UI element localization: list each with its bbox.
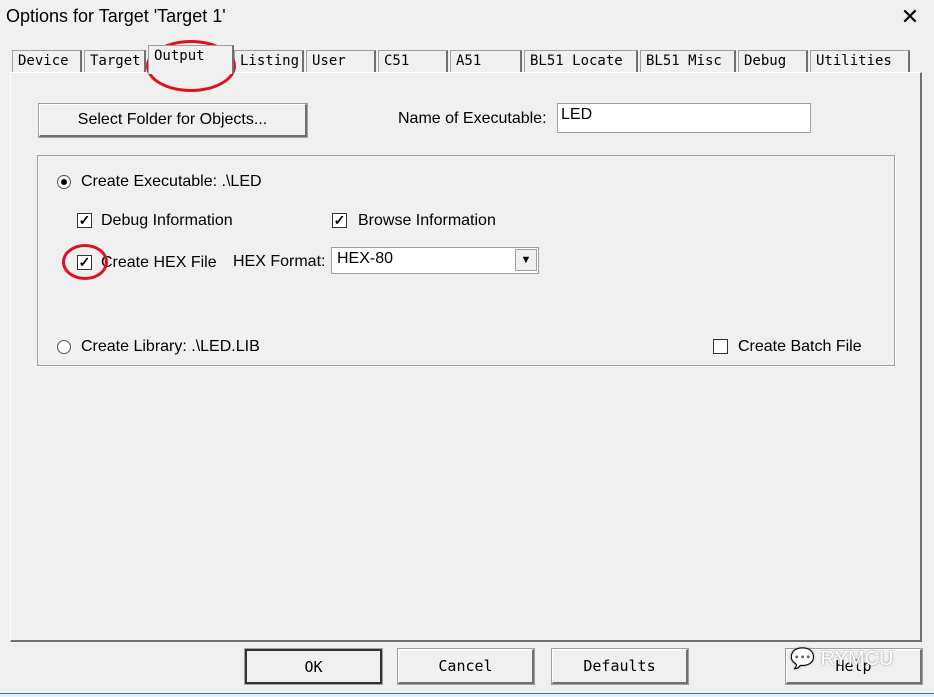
annotation-circle [62, 244, 108, 280]
window-border [0, 693, 934, 694]
defaults-button[interactable]: Defaults [551, 648, 689, 685]
create-executable-label: Create Executable: .\LED [81, 173, 262, 190]
chevron-down-icon[interactable]: ▼ [515, 249, 537, 271]
browse-info-checkbox[interactable]: ✓ [332, 213, 347, 228]
wechat-icon: 💬 [790, 648, 821, 670]
hex-format-label: HEX Format: [233, 253, 326, 270]
watermark: 💬 RYMCU [790, 648, 894, 670]
create-library-radio[interactable] [57, 340, 71, 354]
tab-user[interactable]: User [306, 50, 376, 73]
close-icon[interactable]: ✕ [896, 4, 924, 30]
name-executable-input[interactable]: LED [557, 103, 811, 133]
hex-format-select[interactable]: HEX-80 ▼ [331, 247, 539, 274]
tab-utilities[interactable]: Utilities [810, 50, 910, 73]
tab-output[interactable]: Output [148, 45, 234, 74]
hex-format-value: HEX-80 [337, 250, 394, 267]
window-title: Options for Target 'Target 1' [6, 6, 226, 26]
create-executable-radio[interactable] [57, 175, 71, 189]
name-executable-label: Name of Executable: [398, 110, 547, 127]
batch-file-label: Create Batch File [738, 338, 862, 355]
browse-info-label: Browse Information [358, 212, 496, 229]
tab-bl51-locate[interactable]: BL51 Locate [524, 50, 638, 73]
debug-info-checkbox[interactable]: ✓ [77, 213, 92, 228]
create-library-label: Create Library: .\LED.LIB [81, 338, 260, 355]
batch-file-checkbox[interactable] [713, 339, 728, 354]
tab-device[interactable]: Device [12, 50, 82, 73]
tab-listing[interactable]: Listing [234, 50, 304, 73]
tab-bl51-misc[interactable]: BL51 Misc [640, 50, 736, 73]
tab-debug[interactable]: Debug [738, 50, 808, 73]
create-hex-label: Create HEX File [101, 254, 217, 271]
debug-info-label: Debug Information [101, 212, 233, 229]
tab-c51[interactable]: C51 [378, 50, 448, 73]
ok-button[interactable]: OK [244, 648, 383, 685]
cancel-button[interactable]: Cancel [397, 648, 535, 685]
tab-target[interactable]: Target [84, 50, 146, 73]
tab-a51[interactable]: A51 [450, 50, 522, 73]
select-folder-button[interactable]: Select Folder for Objects... [38, 103, 308, 138]
